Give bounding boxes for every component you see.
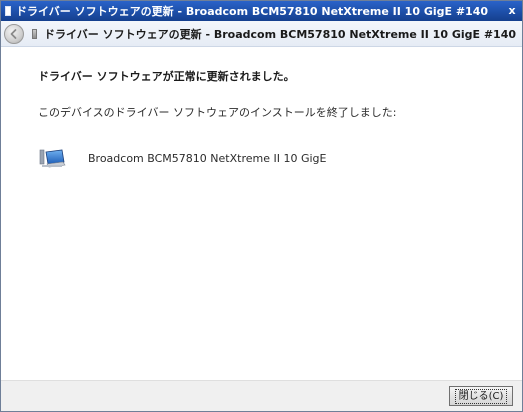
navigation-header: ドライバー ソフトウェアの更新 - Broadcom BCM57810 NetX… [1,21,522,47]
network-adapter-icon [39,149,66,168]
status-message: このデバイスのドライバー ソフトウェアのインストールを終了しました: [38,106,397,119]
close-button-label: 閉じる(C) [454,388,508,404]
close-window-button[interactable]: x [505,4,519,17]
content-area: ドライバー ソフトウェアが正常に更新されました。 このデバイスのドライバー ソフ… [1,47,522,380]
driver-icon [5,6,11,16]
close-button[interactable]: 閉じる(C) [449,386,513,406]
device-item: Broadcom BCM57810 NetXtreme II 10 GigE [38,145,326,171]
driver-update-window: ドライバー ソフトウェアの更新 - Broadcom BCM57810 NetX… [0,0,523,412]
driver-icon [32,28,37,39]
title-bar[interactable]: ドライバー ソフトウェアの更新 - Broadcom BCM57810 NetX… [1,1,522,21]
back-arrow-icon [10,28,17,39]
status-heading: ドライバー ソフトウェアが正常に更新されました。 [38,70,295,83]
nav-title: ドライバー ソフトウェアの更新 - Broadcom BCM57810 NetX… [44,27,517,41]
back-button[interactable] [4,23,24,44]
footer-bar: 閉じる(C) [1,380,522,411]
device-name: Broadcom BCM57810 NetXtreme II 10 GigE [88,151,327,165]
window-title: ドライバー ソフトウェアの更新 - Broadcom BCM57810 NetX… [16,5,489,18]
